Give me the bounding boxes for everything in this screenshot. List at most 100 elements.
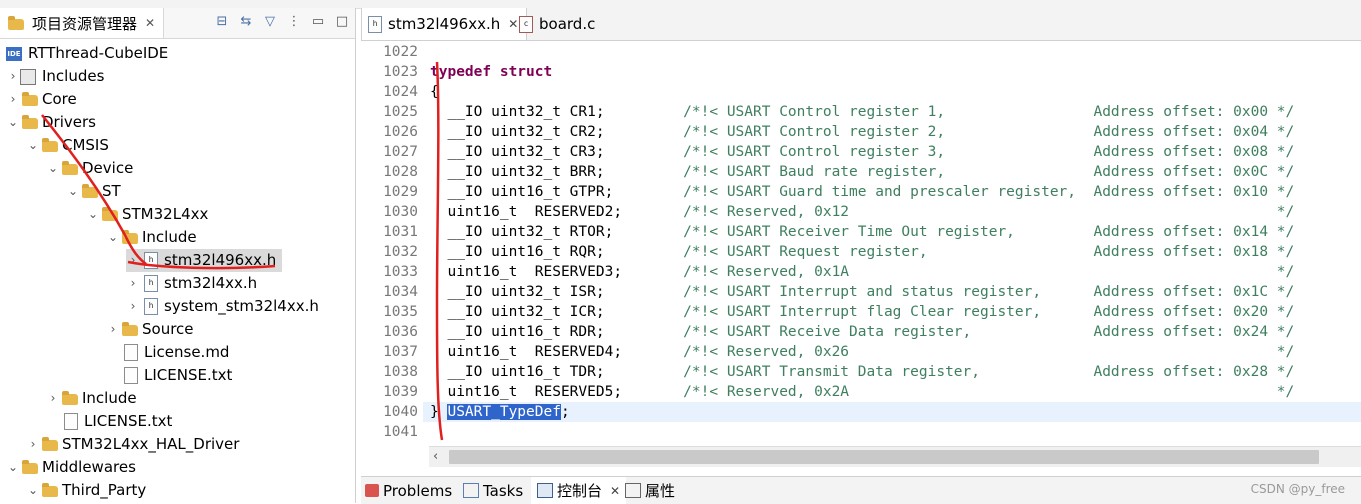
tree-item-hal-driver[interactable]: › STM32L4xx_HAL_Driver (26, 433, 240, 456)
code-line: uint16_t RESERVED5; /*!< Reserved, 0x2A … (430, 384, 1295, 400)
folder-icon (42, 483, 58, 497)
tree-item-system-stm32l4xx-h[interactable]: › h system_stm32l4xx.h (126, 295, 319, 318)
tree-item-label: stm32l496xx.h (164, 251, 277, 269)
code-editor[interactable]: 1022 1023 typedef struct 1024 {1025 __IO uin… (361, 41, 1361, 446)
tree-item-stm32l4xx-h[interactable]: › h stm32l4xx.h (126, 272, 257, 295)
line-number: 1029 (383, 184, 418, 200)
collapse-all-icon[interactable]: ⊟ (215, 14, 229, 29)
folder-icon (82, 184, 98, 198)
tree-item-label: system_stm32l4xx.h (164, 297, 319, 315)
chevron-down-icon[interactable]: ⌄ (46, 157, 60, 180)
tree-item-core[interactable]: › Core (6, 88, 77, 111)
chevron-down-icon[interactable]: ⌄ (106, 226, 120, 249)
tree-item-third-party[interactable]: ⌄ Third_Party (26, 479, 146, 502)
comment-token: /*!< USART Interrupt and status register… (683, 284, 1295, 300)
chevron-right-icon[interactable]: › (6, 65, 20, 88)
tree-item-label: RTThread-CubeIDE (28, 44, 169, 62)
header-file-icon: h (144, 275, 158, 292)
line-number: 1026 (383, 124, 418, 140)
tab-board-c[interactable]: c board.c (513, 8, 603, 40)
chevron-down-icon[interactable]: ⌄ (6, 456, 20, 479)
chevron-right-icon[interactable]: › (106, 318, 120, 341)
scrollbar-thumb[interactable] (449, 450, 1319, 464)
tree-item-st[interactable]: ⌄ ST (66, 180, 121, 203)
maximize-icon[interactable]: □ (335, 14, 349, 29)
tree-item-license-txt-2[interactable]: LICENSE.txt (60, 410, 172, 433)
watermark: CSDN @py_free (1250, 482, 1345, 496)
folder-icon (22, 92, 38, 106)
tree-item-project[interactable]: IDE RTThread-CubeIDE (6, 42, 168, 65)
tab-label: stm32l496xx.h (388, 15, 501, 33)
minimize-icon[interactable]: ▭ (311, 14, 325, 29)
tree-item-label: Core (42, 90, 77, 108)
chevron-down-icon[interactable]: ⌄ (26, 134, 40, 157)
tree-item-stm32l4xx[interactable]: ⌄ STM32L4xx (86, 203, 208, 226)
filter-icon[interactable]: ▽ (263, 14, 277, 29)
chevron-down-icon[interactable]: ⌄ (6, 111, 20, 134)
chevron-down-icon[interactable]: ⌄ (26, 479, 40, 502)
tree-item-drivers[interactable]: ⌄ Drivers (6, 111, 96, 134)
code-line: __IO uint32_t CR3; /*!< USART Control re… (430, 144, 1295, 160)
includes-icon (20, 68, 36, 85)
tree-item-label: CMSIS (62, 136, 109, 154)
link-with-editor-icon[interactable]: ⇆ (239, 14, 253, 29)
tab-label: Problems (383, 481, 453, 500)
tree-item-label: License.md (144, 343, 230, 361)
comment-token: /*!< USART Transmit Data register, Addre… (683, 364, 1295, 380)
line-number: 1031 (383, 224, 418, 240)
tree-item-source[interactable]: › Source (106, 318, 194, 341)
close-icon[interactable]: ✕ (610, 484, 620, 498)
tree-item-license-txt[interactable]: LICENSE.txt (120, 364, 232, 387)
tree-item-stm32l496xx-h[interactable]: › h stm32l496xx.h (126, 249, 283, 272)
chevron-right-icon[interactable]: › (6, 88, 20, 111)
view-menu-icon[interactable]: ⋮ (287, 14, 301, 29)
chevron-right-icon[interactable]: › (126, 295, 140, 318)
tasks-icon (463, 483, 479, 498)
tree-item-includes[interactable]: › Includes (6, 65, 105, 88)
line-number: 1027 (383, 144, 418, 160)
tree-item-label: Third_Party (62, 481, 147, 499)
tab-tasks[interactable]: Tasks (463, 477, 523, 504)
close-icon[interactable]: ✕ (145, 16, 155, 30)
tree-item-middlewares[interactable]: ⌄ Middlewares (6, 456, 136, 479)
chevron-right-icon[interactable]: › (126, 272, 140, 295)
code-line: __IO uint32_t RTOR; /*!< USART Receiver … (430, 224, 1295, 240)
tab-console[interactable]: 控制台 ✕ (531, 477, 627, 504)
selected-identifier[interactable]: USART_TypeDef (447, 404, 561, 420)
chevron-right-icon[interactable]: › (126, 249, 140, 272)
tree-item-label: STM32L4xx (122, 205, 209, 223)
line-number: 1022 (383, 44, 418, 60)
tab-label: Tasks (483, 481, 524, 500)
comment-token: /*!< USART Request register, Address off… (683, 244, 1295, 260)
code-line: __IO uint32_t ISR; /*!< USART Interrupt … (430, 284, 1295, 300)
tab-properties[interactable]: 属性 (625, 477, 675, 504)
tab-project-explorer[interactable]: 项目资源管理器 ✕ (0, 8, 165, 38)
folder-icon (22, 460, 38, 474)
chevron-right-icon[interactable]: › (26, 433, 40, 456)
editor-tab-bar: h stm32l496xx.h ✕ c board.c (361, 8, 1361, 41)
tree-item-cmsis[interactable]: ⌄ CMSIS (26, 134, 109, 157)
tree-item-include[interactable]: ⌄ Include (106, 226, 197, 249)
text-file-icon (124, 367, 138, 384)
code-line: } USART_TypeDef; (430, 404, 570, 420)
tree-item-device[interactable]: ⌄ Device (46, 157, 133, 180)
code-line: uint16_t RESERVED3; /*!< Reserved, 0x1A … (430, 264, 1295, 280)
comment-token: /*!< USART Interrupt flag Clear register… (683, 304, 1295, 320)
tree-item-license-md[interactable]: License.md (120, 341, 229, 364)
comment-token: /*!< Reserved, 0x12 */ (683, 204, 1295, 220)
tree-item-include-2[interactable]: › Include (46, 387, 137, 410)
scroll-left-icon[interactable]: ‹ (433, 447, 438, 467)
editor-horizontal-scrollbar[interactable]: ‹ (429, 446, 1361, 467)
tab-stm32l496xx-h[interactable]: h stm32l496xx.h ✕ (361, 8, 528, 40)
line-number: 1040 (383, 404, 418, 420)
chevron-down-icon[interactable]: ⌄ (86, 203, 100, 226)
tab-problems[interactable]: Problems (365, 477, 452, 504)
line-number: 1033 (383, 264, 418, 280)
comment-token: /*!< Reserved, 0x26 */ (683, 344, 1295, 360)
tree-item-label: ST (102, 182, 121, 200)
chevron-right-icon[interactable]: › (46, 387, 60, 410)
comment-token: /*!< USART Receiver Time Out register, A… (683, 224, 1295, 240)
line-number: 1030 (383, 204, 418, 220)
chevron-down-icon[interactable]: ⌄ (66, 180, 80, 203)
keyword-token: typedef (430, 64, 492, 80)
